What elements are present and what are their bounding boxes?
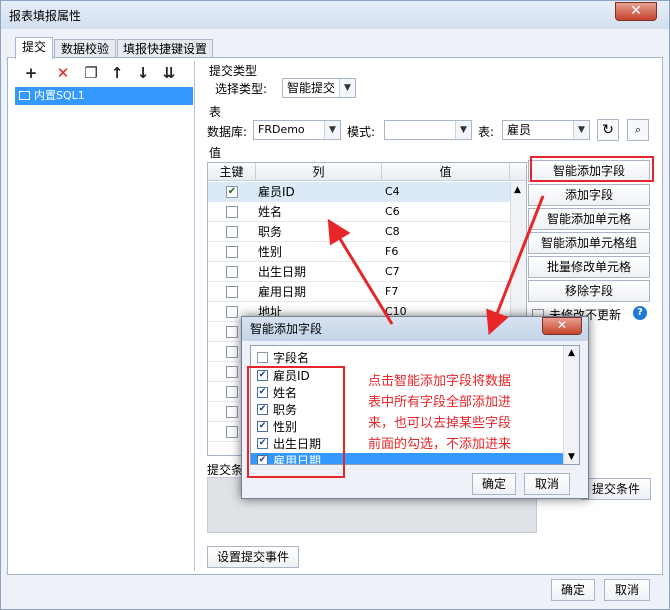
app-root: 报表填报属性 ✕ 提交 数据校验 填报快捷键设置 + ✕ ❐ ↑ ↓ ⇊ 内置S… <box>0 0 670 610</box>
annotation-line: 来，也可以去掉某些字段 <box>368 416 512 431</box>
annotation-line: 表中所有字段全部添加进 <box>368 395 512 410</box>
annotation-text: 点击智能添加字段将数据 表中所有字段全部添加进 来，也可以去掉某些字段 前面的勾… <box>368 371 511 455</box>
annotation-line: 前面的勾选，不添加进来 <box>368 437 512 452</box>
annotation-arrows <box>327 195 545 336</box>
annotation-line: 点击智能添加字段将数据 <box>368 374 512 389</box>
